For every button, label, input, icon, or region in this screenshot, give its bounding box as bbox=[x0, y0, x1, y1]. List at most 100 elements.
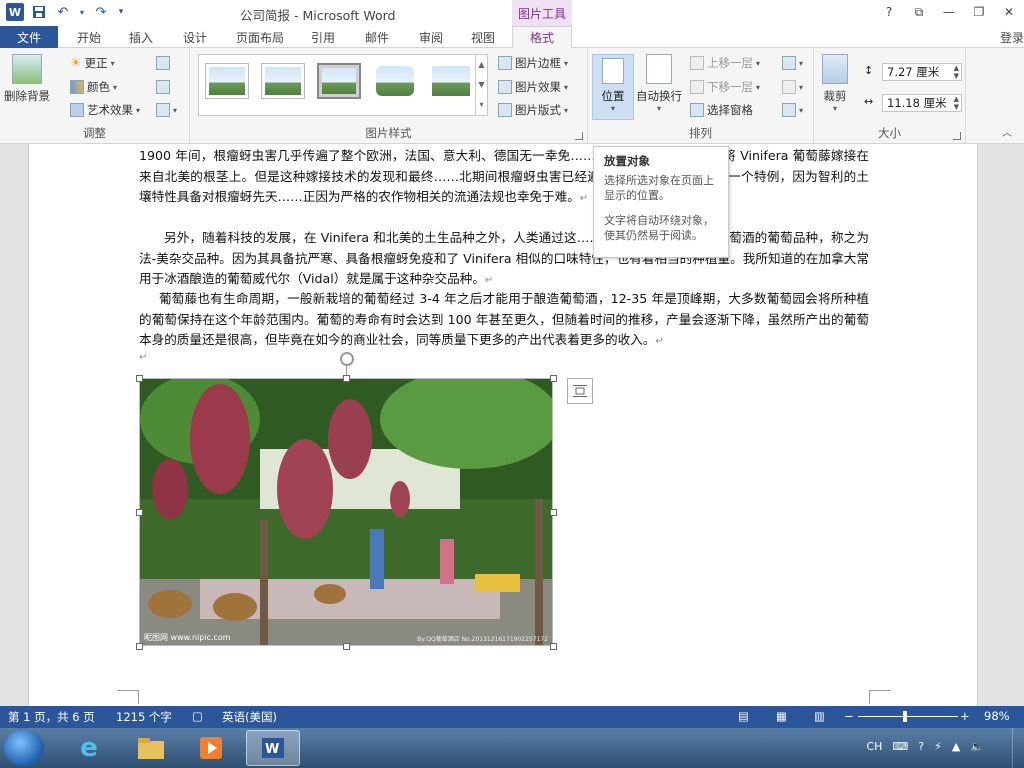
word-app-icon[interactable]: W bbox=[6, 3, 24, 21]
height-field[interactable]: 7.27 厘米 ▲ ▼ bbox=[882, 63, 962, 81]
restore-icon[interactable]: ❐ bbox=[968, 3, 990, 21]
zoom-out-icon[interactable]: − bbox=[844, 709, 854, 723]
selection-pane-icon bbox=[690, 103, 704, 117]
picture-style-2[interactable] bbox=[261, 63, 305, 99]
tab-view[interactable]: 视图 bbox=[466, 26, 500, 48]
resize-handle-e[interactable] bbox=[550, 509, 557, 516]
page-count[interactable]: 第 1 页，共 6 页 bbox=[8, 709, 95, 725]
corrections-button[interactable]: ☀ 更正 ▾ bbox=[70, 54, 115, 72]
align-icon[interactable]: ▾ bbox=[782, 54, 803, 72]
save-icon[interactable] bbox=[30, 3, 48, 21]
ribbon-display-options-icon[interactable]: ⧉ bbox=[908, 3, 930, 21]
position-tooltip: 放置对象 选择所选对象在页面上显示的位置。 文字将自动环绕对象，使其仍然易于阅读… bbox=[593, 146, 729, 258]
remove-background-button[interactable]: 删除背景 bbox=[4, 54, 50, 104]
help-tray-icon[interactable]: ? bbox=[918, 740, 924, 753]
size-launcher-icon[interactable] bbox=[953, 132, 961, 140]
tab-references[interactable]: 引用 bbox=[306, 26, 340, 48]
change-picture-icon[interactable] bbox=[156, 78, 170, 96]
rotate-handle-icon[interactable] bbox=[340, 352, 354, 366]
resize-handle-sw[interactable] bbox=[136, 643, 143, 650]
start-button-icon[interactable] bbox=[4, 730, 44, 766]
paragraph-3[interactable]: 葡萄藤也有生命周期，一般新栽培的葡萄经过 3-4 年之后才能用于酿造葡萄酒，12… bbox=[139, 289, 869, 353]
layout-options-icon[interactable] bbox=[567, 378, 593, 404]
resize-handle-ne[interactable] bbox=[550, 375, 557, 382]
collapse-ribbon-icon[interactable]: ︿ bbox=[1002, 124, 1012, 139]
picture-border-button[interactable]: 图片边框 ▾ bbox=[498, 54, 568, 72]
picture-layout-button[interactable]: 图片版式 ▾ bbox=[498, 101, 568, 119]
explorer-taskbar-icon[interactable] bbox=[124, 730, 178, 766]
group-arrange-label: 排列 bbox=[689, 126, 712, 140]
proofing-icon[interactable]: ▢ bbox=[192, 709, 203, 723]
close-icon[interactable]: ✕ bbox=[998, 3, 1020, 21]
color-icon bbox=[70, 80, 84, 94]
send-backward-button[interactable]: 下移一层 ▾ bbox=[690, 78, 760, 96]
zoom-slider-thumb[interactable] bbox=[903, 711, 907, 722]
tab-home[interactable]: 开始 bbox=[72, 26, 106, 48]
undo-icon[interactable]: ↶ bbox=[54, 3, 72, 21]
redo-icon[interactable]: ↷ bbox=[92, 3, 110, 21]
show-hidden-icons-icon[interactable]: ▲ bbox=[952, 740, 960, 753]
tab-mailings[interactable]: 邮件 bbox=[360, 26, 394, 48]
undo-dropdown-icon[interactable]: ▾ bbox=[78, 3, 86, 21]
resize-handle-s[interactable] bbox=[343, 643, 350, 650]
customize-qat-icon[interactable]: ▾ bbox=[116, 3, 126, 21]
language[interactable]: 英语(美国) bbox=[222, 709, 277, 725]
picture-style-4[interactable] bbox=[373, 63, 417, 99]
crop-button[interactable]: 裁剪 ▾ bbox=[822, 54, 848, 113]
print-layout-icon[interactable]: ▦ bbox=[776, 709, 787, 723]
picture-effects-button[interactable]: 图片效果 ▾ bbox=[498, 78, 568, 96]
resize-handle-nw[interactable] bbox=[136, 375, 143, 382]
gallery-scroll[interactable]: ▲ ▼ ▾ bbox=[475, 55, 487, 115]
group-picture-styles-label: 图片样式 bbox=[365, 126, 412, 140]
resize-handle-se[interactable] bbox=[550, 643, 557, 650]
media-player-taskbar-icon[interactable] bbox=[184, 730, 238, 766]
input-language[interactable]: CH bbox=[866, 740, 882, 753]
tab-page-layout[interactable]: 页面布局 bbox=[232, 26, 288, 48]
tab-review[interactable]: 审阅 bbox=[414, 26, 448, 48]
paragraph-1[interactable]: 1900 年间，根瘤蚜虫害几乎传遍了整个欧洲，法国、意大利、德国无一幸免……找到… bbox=[139, 146, 869, 210]
minimize-icon[interactable]: — bbox=[938, 3, 960, 21]
picture-style-5[interactable] bbox=[429, 63, 473, 99]
system-tray: CH ⌨ ? ⚡ ▲ 🔈 bbox=[866, 740, 984, 753]
help-icon[interactable]: ? bbox=[878, 3, 900, 21]
ie-taskbar-icon[interactable]: e bbox=[62, 730, 116, 766]
selection-pane-button[interactable]: 选择窗格 bbox=[690, 101, 753, 119]
compress-pictures-icon[interactable] bbox=[156, 54, 170, 72]
tab-design[interactable]: 设计 bbox=[178, 26, 212, 48]
wrap-text-button[interactable]: 自动换行 ▾ bbox=[636, 54, 682, 113]
resize-handle-n[interactable] bbox=[343, 375, 350, 382]
grape-photo[interactable]: 昵图网 www.nipic.com By:QQ葡萄酒店 No.201312161… bbox=[139, 378, 553, 646]
power-icon[interactable]: ⚡ bbox=[934, 740, 942, 753]
keyboard-icon[interactable]: ⌨ bbox=[892, 740, 908, 753]
width-field[interactable]: 11.18 厘米 ▲ ▼ bbox=[882, 94, 962, 112]
color-button[interactable]: 颜色 ▾ bbox=[70, 78, 117, 96]
group-size-label: 大小 bbox=[878, 126, 901, 140]
picture-style-1[interactable] bbox=[205, 63, 249, 99]
zoom-level[interactable]: 98% bbox=[984, 709, 1010, 723]
volume-icon[interactable]: 🔈 bbox=[970, 740, 984, 753]
show-desktop-button[interactable] bbox=[1012, 728, 1024, 768]
wrap-text-icon bbox=[646, 54, 672, 84]
artistic-effects-button[interactable]: 艺术效果 ▾ bbox=[70, 101, 140, 119]
tab-file[interactable]: 文件 bbox=[0, 26, 58, 48]
reset-picture-icon[interactable]: ▾ bbox=[156, 101, 177, 119]
bring-forward-button[interactable]: 上移一层 ▾ bbox=[690, 54, 760, 72]
zoom-in-icon[interactable]: + bbox=[960, 709, 970, 723]
paragraph-2[interactable]: 另外，随着科技的发展，在 Vinifera 和北美的土生品种之外，人类通过这……… bbox=[139, 228, 869, 292]
tab-insert[interactable]: 插入 bbox=[124, 26, 158, 48]
rotate-icon[interactable]: ▾ bbox=[782, 101, 803, 119]
group-objects-icon[interactable]: ▾ bbox=[782, 78, 803, 96]
web-layout-icon[interactable]: ▥ bbox=[814, 709, 825, 723]
tab-format[interactable]: 格式 bbox=[512, 26, 572, 49]
position-button[interactable]: 位置 ▾ bbox=[592, 54, 634, 120]
word-taskbar-icon[interactable]: W bbox=[246, 730, 300, 766]
resize-handle-w[interactable] bbox=[136, 509, 143, 516]
picture-styles-launcher-icon[interactable] bbox=[575, 132, 583, 140]
height-icon: ↕ bbox=[864, 64, 874, 77]
login-link[interactable]: 登录 bbox=[1000, 29, 1024, 46]
picture-style-3[interactable] bbox=[317, 63, 361, 99]
word-count[interactable]: 1215 个字 bbox=[116, 709, 172, 725]
send-backward-icon bbox=[690, 80, 704, 94]
zoom-slider[interactable] bbox=[858, 716, 958, 717]
read-mode-icon[interactable]: ▤ bbox=[738, 709, 749, 723]
